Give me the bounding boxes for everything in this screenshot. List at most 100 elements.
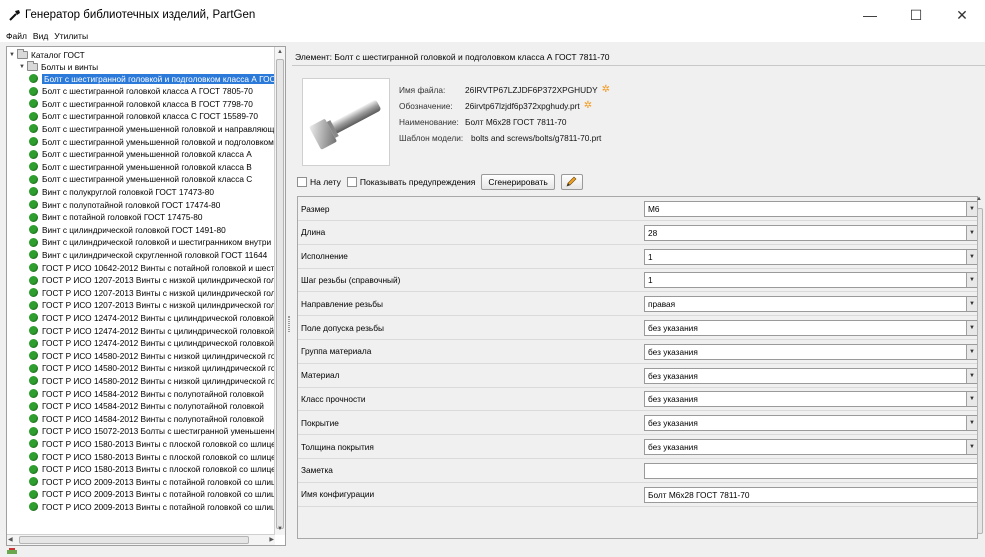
- property-dropdown[interactable]: 1 ▼: [644, 248, 977, 265]
- scroll-left-icon[interactable]: ◀: [8, 535, 13, 545]
- tree-root-label: Каталог ГОСТ: [31, 49, 85, 60]
- tree-item-label: ГОСТ Р ИСО 1207-2013 Винты с низкой цили…: [42, 300, 286, 311]
- property-name: Толщина покрытия: [301, 441, 374, 452]
- property-row: Размер M6 ▼: [298, 197, 977, 221]
- tree-item-label: ГОСТ Р ИСО 1207-2013 Винты с низкой цили…: [42, 287, 286, 298]
- show-warnings-label: Показывать предупреждения: [359, 177, 476, 187]
- tree-item[interactable]: Болт с шестигранной головкой класса А ГО…: [29, 86, 285, 97]
- tree-root[interactable]: ▼ Каталог ГОСТ: [9, 49, 277, 60]
- properties-scrollbar[interactable]: ▲: [976, 196, 985, 539]
- menu-file[interactable]: Файл: [6, 31, 27, 41]
- tree-item[interactable]: Болт с шестигранной уменьшенной головкой…: [29, 174, 285, 185]
- tree-item[interactable]: ГОСТ Р ИСО 1580-2013 Винты с плоской гол…: [29, 451, 285, 462]
- tree-vertical-scrollbar[interactable]: ▲ ▼: [274, 47, 285, 535]
- tree-item[interactable]: Болт с шестигранной головкой класса С ГО…: [29, 111, 285, 122]
- property-dropdown[interactable]: M6 ▼: [644, 201, 977, 217]
- property-dropdown[interactable]: 1 ▼: [644, 272, 977, 289]
- tree-group[interactable]: ▼ Болты и винты: [19, 61, 285, 72]
- part-dot-icon: [29, 401, 38, 411]
- tree-item[interactable]: Винт с полупотайной головкой ГОСТ 17474-…: [29, 199, 285, 210]
- property-dropdown[interactable]: правая ▼: [644, 296, 977, 313]
- expand-arrow-icon[interactable]: ▼: [9, 52, 17, 58]
- minimize-button[interactable]: —: [847, 0, 893, 30]
- property-input[interactable]: [644, 462, 977, 479]
- window-title: Генератор библиотечных изделий, PartGen: [25, 9, 256, 21]
- scroll-down-icon[interactable]: ▼: [276, 525, 284, 534]
- tree-item[interactable]: ГОСТ Р ИСО 12474-2012 Винты с цилиндриче…: [29, 312, 285, 323]
- pane-splitter[interactable]: [287, 46, 291, 546]
- tree-item[interactable]: ГОСТ Р ИСО 2009-2013 Винты с потайной го…: [29, 476, 285, 487]
- tree-item[interactable]: Болт с шестигранной уменьшенной головкой…: [29, 149, 285, 160]
- designation-label: Обозначение:: [399, 100, 453, 111]
- spark-icon: ✲: [583, 100, 593, 111]
- tree-item[interactable]: Винт с цилиндрической головкой и шестигр…: [29, 237, 285, 248]
- tree-item[interactable]: Винт с цилиндрической головкой ГОСТ 1491…: [29, 224, 285, 235]
- tree-item-label: Винт с цилиндрической головкой и шестигр…: [42, 237, 272, 248]
- edit-button[interactable]: [560, 174, 583, 190]
- tree-item[interactable]: ГОСТ Р ИСО 1207-2013 Винты с низкой цили…: [29, 275, 285, 286]
- tree-horizontal-scrollbar[interactable]: ◀ ▶: [7, 534, 275, 545]
- tree-item[interactable]: ГОСТ Р ИСО 12474-2012 Винты с цилиндриче…: [29, 338, 285, 349]
- tree-item[interactable]: ГОСТ Р ИСО 1207-2013 Винты с низкой цили…: [29, 300, 286, 311]
- expand-arrow-icon[interactable]: ▼: [19, 64, 27, 70]
- property-name: Имя конфигурации: [301, 489, 375, 500]
- generate-button[interactable]: Сгенерировать: [481, 174, 555, 190]
- info-panel: Имя файла: 26IRVTP67LZJDF6P372XPGHUDY ✲ …: [297, 75, 980, 211]
- template-row: Шаблон модели: bolts and screws/bolts/g7…: [399, 131, 601, 144]
- menu-view[interactable]: Вид: [33, 31, 48, 41]
- tree-item[interactable]: ГОСТ Р ИСО 14584-2012 Винты с полупотайн…: [29, 401, 285, 412]
- maximize-button[interactable]: ☐: [893, 0, 939, 30]
- property-dropdown[interactable]: без указания ▼: [644, 391, 977, 408]
- tree-item[interactable]: Болт с шестигранной уменьшенной головкой…: [29, 161, 285, 172]
- tree-item[interactable]: ГОСТ Р ИСО 2009-2013 Винты с потайной го…: [29, 489, 285, 500]
- tree-item[interactable]: ГОСТ Р ИСО 14584-2012 Винты с полупотайн…: [29, 413, 285, 424]
- property-name: Класс прочности: [301, 393, 366, 404]
- scroll-thumb[interactable]: [19, 536, 249, 544]
- tree-item[interactable]: ГОСТ Р ИСО 14580-2012 Винты с низкой цил…: [29, 375, 285, 386]
- property-dropdown[interactable]: без указания ▼: [644, 367, 977, 384]
- tree-item[interactable]: ГОСТ Р ИСО 14580-2012 Винты с низкой цил…: [29, 350, 285, 361]
- property-input[interactable]: Болт М6х28 ГОСТ 7811-70: [644, 486, 977, 503]
- menu-utilities[interactable]: Утилиты: [54, 31, 88, 41]
- catalog-tree[interactable]: ▼ Каталог ГОСТ ▼ Болты и винты Болт с ше…: [6, 46, 286, 546]
- on-the-fly-checkbox[interactable]: [297, 177, 307, 187]
- tree-item[interactable]: ГОСТ Р ИСО 10642-2012 Винты с потайной г…: [29, 262, 285, 273]
- scroll-up-icon[interactable]: ▲: [976, 196, 982, 202]
- tree-item-label: ГОСТ Р ИСО 14584-2012 Винты с полупотайн…: [42, 401, 264, 412]
- show-warnings-checkbox[interactable]: [346, 177, 357, 187]
- tree-item[interactable]: ГОСТ Р ИСО 14580-2012 Винты с низкой цил…: [29, 363, 286, 374]
- scroll-right-icon[interactable]: ▶: [269, 535, 274, 545]
- property-dropdown[interactable]: без указания ▼: [644, 343, 977, 360]
- part-dot-icon: [29, 74, 38, 83]
- tree-item[interactable]: ГОСТ Р ИСО 2009-2013 Винты с потайной го…: [29, 501, 285, 512]
- tree-item-label: ГОСТ Р ИСО 14580-2012 Винты с низкой цил…: [42, 363, 286, 374]
- tree-item[interactable]: Винт с полукруглой головкой ГОСТ 17473-8…: [29, 186, 285, 197]
- tree-item[interactable]: ГОСТ Р ИСО 1580-2013 Винты с плоской гол…: [29, 464, 285, 475]
- scroll-thumb[interactable]: [977, 208, 983, 534]
- tree-item[interactable]: Болт с шестигранной уменьшенной головкой…: [29, 123, 285, 134]
- tree-item[interactable]: ГОСТ Р ИСО 12474-2012 Винты с цилиндриче…: [29, 325, 285, 336]
- splitter-grip-icon: [288, 316, 290, 332]
- property-dropdown[interactable]: без указания ▼: [644, 320, 977, 336]
- tree-item[interactable]: Болт с шестигранной головкой и подголовк…: [29, 73, 285, 84]
- property-value: 1: [648, 251, 653, 262]
- part-dot-icon: [29, 313, 38, 323]
- tree-item[interactable]: ГОСТ Р ИСО 15072-2013 Болты с шестигранн…: [29, 426, 285, 437]
- part-dot-icon: [29, 137, 38, 146]
- tree-item-label: Винт с полупотайной головкой ГОСТ 17474-…: [42, 199, 221, 210]
- property-name: Размер: [301, 203, 330, 214]
- tree-item[interactable]: ГОСТ Р ИСО 14584-2012 Винты с полупотайн…: [29, 388, 285, 399]
- tree-item[interactable]: Болт с шестигранной уменьшенной головкой…: [29, 136, 285, 147]
- property-dropdown[interactable]: без указания ▼: [644, 415, 977, 432]
- tree-item[interactable]: Винт с потайной головкой ГОСТ 17475-80: [29, 212, 285, 223]
- tree-item[interactable]: Болт с шестигранной головкой класса В ГО…: [29, 98, 285, 109]
- scroll-up-icon[interactable]: ▲: [276, 48, 284, 57]
- property-dropdown[interactable]: 28 ▼: [644, 224, 977, 241]
- property-dropdown[interactable]: без указания ▼: [644, 439, 977, 455]
- tree-item[interactable]: ГОСТ Р ИСО 1580-2013 Винты с плоской гол…: [29, 438, 285, 449]
- tree-item[interactable]: Винт с цилиндрической скругленной головк…: [29, 249, 285, 260]
- close-button[interactable]: ✕: [939, 0, 985, 30]
- scroll-thumb[interactable]: [276, 59, 284, 529]
- part-dot-icon: [29, 200, 38, 209]
- tree-item[interactable]: ГОСТ Р ИСО 1207-2013 Винты с низкой цили…: [29, 287, 286, 298]
